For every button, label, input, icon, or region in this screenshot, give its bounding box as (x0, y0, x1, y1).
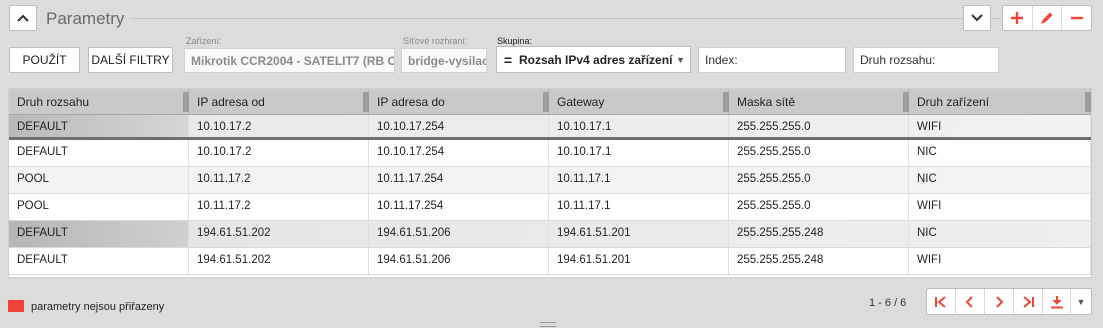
group-select-value: Rozsah IPv4 adres zařízení (519, 52, 673, 67)
table-body: DEFAULT 10.10.17.2 10.10.17.254 10.10.17… (9, 115, 1091, 275)
table-cell: WIFI (909, 248, 1091, 274)
table-row[interactable]: DEFAULT 10.10.17.2 10.10.17.254 10.10.17… (9, 140, 1091, 167)
pencil-icon (1041, 12, 1053, 24)
last-page-icon (1023, 295, 1034, 308)
table-cell: 255.255.255.248 (729, 221, 909, 247)
device-label: Zařízení: (186, 36, 222, 46)
table-cell: 10.10.17.2 (189, 115, 369, 137)
table-cell: NIC (909, 140, 1091, 166)
dropdown-arrow-icon: ▼ (1076, 296, 1086, 307)
table-row[interactable]: DEFAULT 194.61.51.202 194.61.51.206 194.… (9, 221, 1091, 248)
first-page-button[interactable] (927, 289, 956, 314)
table-cell: 10.10.17.2 (189, 140, 369, 166)
column-header[interactable]: IP adresa od (189, 89, 369, 114)
table-cell: NIC (909, 167, 1091, 193)
table-cell: 10.10.17.254 (369, 115, 549, 137)
export-options-dropdown[interactable]: ▼ (1071, 289, 1091, 314)
table-cell: 194.61.51.201 (549, 248, 729, 274)
expand-button[interactable] (963, 5, 991, 31)
column-header[interactable]: Druh rozsahu (9, 89, 189, 114)
table-row[interactable]: POOL 10.11.17.2 10.11.17.254 10.11.17.1 … (9, 194, 1091, 221)
group-select[interactable]: = Rozsah IPv4 adres zařízení ▼ (496, 46, 691, 73)
table-cell: NIC (909, 221, 1091, 247)
table-header: Druh rozsahu IP adresa od IP adresa do G… (9, 89, 1091, 115)
more-filters-button[interactable]: DALŠÍ FILTRY (88, 47, 173, 73)
next-page-button[interactable] (985, 289, 1014, 314)
table-cell: DEFAULT (9, 140, 189, 166)
minus-icon (1070, 16, 1083, 20)
interface-field[interactable]: bridge-vysilac (401, 48, 487, 73)
table-row[interactable]: DEFAULT 10.10.17.2 10.10.17.254 10.10.17… (9, 115, 1091, 140)
pagination: ▼ (926, 288, 1092, 315)
table-cell: DEFAULT (9, 115, 189, 137)
table-cell: POOL (9, 167, 189, 193)
interface-label: Síťové rozhraní: (403, 36, 468, 46)
apply-button[interactable]: POUŽÍT (9, 47, 80, 73)
table-cell: POOL (9, 194, 189, 220)
table-cell: 255.255.255.0 (729, 140, 909, 166)
table-row[interactable]: DEFAULT 194.61.51.202 194.61.51.206 194.… (9, 248, 1091, 275)
table-cell: 10.11.17.1 (549, 194, 729, 220)
table-cell: 194.61.51.202 (189, 221, 369, 247)
collapse-button[interactable] (9, 5, 37, 31)
column-header[interactable]: Maska sítě (729, 89, 909, 114)
column-header[interactable]: Druh zařízení (909, 89, 1091, 114)
plus-icon (1011, 12, 1024, 24)
table-cell: 10.11.17.1 (549, 167, 729, 193)
download-icon (1050, 295, 1063, 308)
legend-text: parametry nejsou přiřazeny (31, 301, 165, 313)
prev-page-button[interactable] (956, 289, 985, 314)
parameters-table: Druh rozsahu IP adresa od IP adresa do G… (8, 88, 1092, 278)
prev-page-icon (965, 295, 973, 308)
last-page-button[interactable] (1014, 289, 1043, 314)
page-info: 1 - 6 / 6 (869, 297, 907, 309)
chevron-up-icon (17, 14, 29, 22)
legend-swatch (8, 300, 24, 312)
download-button[interactable] (1043, 289, 1071, 314)
table-cell: 255.255.255.248 (729, 248, 909, 274)
panel-title: Parametry (46, 9, 125, 28)
table-cell: 255.255.255.0 (729, 194, 909, 220)
remove-button[interactable] (1062, 6, 1091, 30)
equals-icon: = (503, 51, 513, 68)
parameters-panel: Parametry POUŽÍT DALŠÍ FILTRY Zařízení: … (0, 0, 1103, 328)
table-cell: 194.61.51.206 (369, 248, 549, 274)
table-cell: DEFAULT (9, 221, 189, 247)
add-button[interactable] (1003, 6, 1033, 30)
dropdown-arrow-icon: ▼ (676, 54, 685, 65)
next-page-icon (996, 295, 1004, 308)
table-cell: 10.10.17.1 (549, 115, 729, 137)
table-cell: 10.11.17.2 (189, 167, 369, 193)
title-divider (130, 18, 1085, 19)
table-cell: 194.61.51.202 (189, 248, 369, 274)
table-cell: 10.11.17.254 (369, 167, 549, 193)
range-type-input[interactable]: Druh rozsahu: (853, 47, 999, 73)
device-field[interactable]: Mikrotik CCR2004 - SATELIT7 (RB C (184, 48, 395, 73)
table-cell: WIFI (909, 194, 1091, 220)
column-header[interactable]: IP adresa do (369, 89, 549, 114)
resize-handle[interactable] (540, 322, 556, 327)
table-cell: 255.255.255.0 (729, 115, 909, 137)
table-cell: 10.10.17.254 (369, 140, 549, 166)
index-input[interactable]: Index: (698, 47, 846, 73)
record-actions (1002, 5, 1092, 31)
first-page-icon (935, 295, 946, 308)
table-cell: 10.10.17.1 (549, 140, 729, 166)
table-cell: WIFI (909, 115, 1091, 137)
column-header[interactable]: Gateway (549, 89, 729, 114)
table-row[interactable]: POOL 10.11.17.2 10.11.17.254 10.11.17.1 … (9, 167, 1091, 194)
group-label: Skupina: (497, 36, 533, 46)
table-cell: 194.61.51.201 (549, 221, 729, 247)
chevron-down-icon (971, 14, 983, 22)
table-cell: 10.11.17.2 (189, 194, 369, 220)
table-cell: 255.255.255.0 (729, 167, 909, 193)
table-cell: 194.61.51.206 (369, 221, 549, 247)
table-cell: 10.11.17.254 (369, 194, 549, 220)
table-cell: DEFAULT (9, 248, 189, 274)
edit-button[interactable] (1033, 6, 1063, 30)
